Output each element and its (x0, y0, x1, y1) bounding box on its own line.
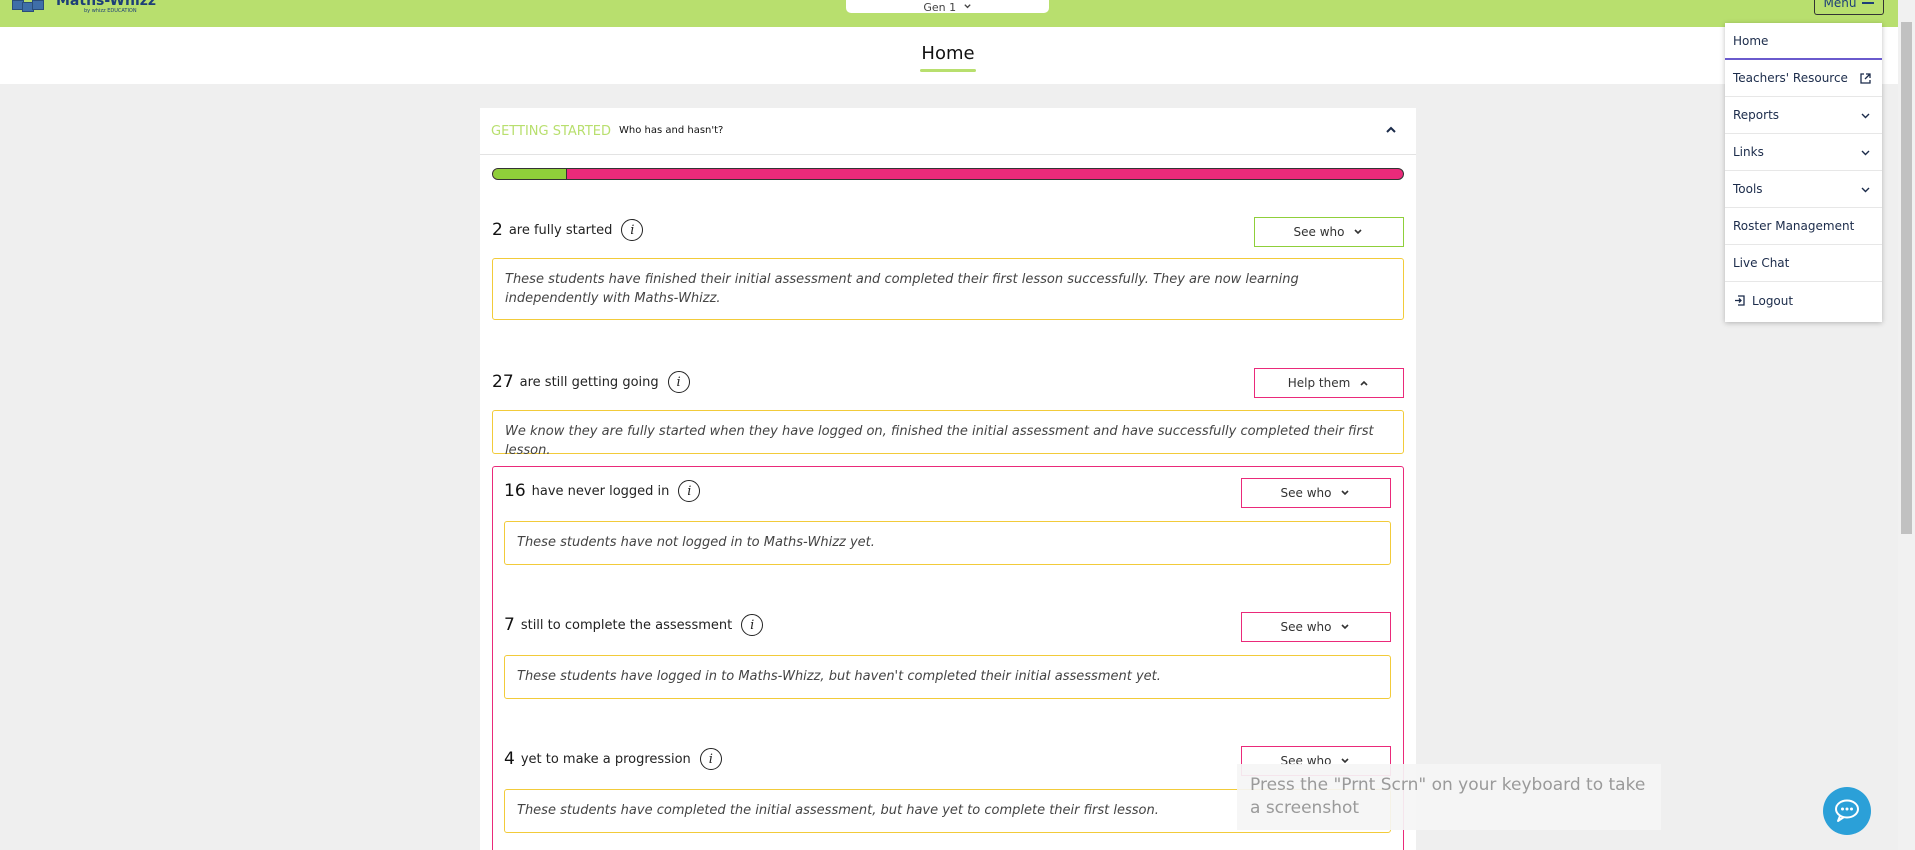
screenshot-toast: Press the "Prnt Scrn" on your keyboard t… (1237, 764, 1661, 830)
menu-item-label: Live Chat (1733, 256, 1790, 270)
scrollbar-thumb[interactable] (1901, 22, 1912, 534)
menu-item-label: Home (1733, 33, 1769, 48)
info-icon[interactable]: i (699, 748, 722, 770)
see-who-button[interactable]: See who (1241, 612, 1391, 642)
help-them-button-label: Help them (1287, 376, 1351, 390)
page-scrollbar[interactable] (1898, 0, 1915, 850)
progress-bar-fill (493, 169, 567, 179)
menu-item-label: Teachers' Resource (1733, 71, 1848, 85)
chevron-down-icon (1341, 490, 1350, 496)
fully-started-label: are fully started (508, 222, 613, 238)
menu-item-tools[interactable]: Tools (1725, 171, 1882, 208)
logo-cubes-icon (12, 0, 52, 14)
menu-item-teachers-resource[interactable]: Teachers' Resource (1725, 60, 1882, 97)
menu-item-logout[interactable]: Logout (1725, 282, 1882, 319)
see-who-button-label: See who (1280, 620, 1332, 634)
title-underline (920, 69, 976, 72)
never-logged-in-count: 16 (504, 481, 526, 501)
menu-item-live-chat[interactable]: Live Chat (1725, 245, 1882, 282)
menu-item-label: Links (1733, 145, 1764, 159)
chevron-up-icon (1360, 380, 1368, 386)
info-icon[interactable]: i (667, 371, 690, 393)
chevron-down-icon (1341, 624, 1350, 630)
card-title: GETTING STARTED (491, 124, 612, 139)
info-icon[interactable]: i (621, 219, 644, 241)
menu-item-roster-management[interactable]: Roster Management (1725, 208, 1882, 245)
menu-item-label: Logout (1752, 293, 1794, 308)
menu-item-links[interactable]: Links (1725, 134, 1882, 171)
getting-going-row: 27 are still getting going i (492, 371, 690, 393)
card-subtitle: Who has and hasn't? (619, 125, 724, 136)
chevron-down-icon (1861, 150, 1870, 156)
chevron-up-icon[interactable] (1384, 123, 1398, 137)
progress-bar (492, 168, 1404, 180)
see-who-button[interactable]: See who (1254, 217, 1404, 247)
assessment-note: These students have logged in to Maths-W… (504, 655, 1391, 699)
see-who-button-label: See who (1280, 486, 1332, 500)
hamburger-icon (1862, 2, 1875, 4)
fully-started-note: These students have finished their initi… (492, 258, 1404, 320)
class-select[interactable]: Gen 1 (846, 0, 1049, 13)
fully-started-count: 2 (492, 220, 503, 240)
help-them-button[interactable]: Help them (1254, 368, 1404, 398)
menu-button-label: Menu (1823, 0, 1857, 10)
chat-bubble-icon (1835, 799, 1859, 822)
logo[interactable]: Maths-Whizz by whizz EDUCATION (12, 0, 156, 18)
see-who-button-label: See who (1293, 225, 1345, 239)
menu-item-label: Roster Management (1733, 219, 1855, 233)
menu-item-home[interactable]: Home (1725, 23, 1882, 60)
assessment-row: 7 still to complete the assessment i (504, 614, 764, 636)
chevron-down-icon (1861, 113, 1870, 119)
never-logged-in-note: These students have not logged in to Mat… (504, 521, 1391, 565)
assessment-count: 7 (504, 615, 515, 635)
top-bar: Maths-Whizz by whizz EDUCATION Gen 1 Men… (0, 0, 1915, 27)
logo-subtext: by whizz EDUCATION (84, 8, 137, 14)
info-icon[interactable]: i (741, 614, 764, 636)
page-title: Home (921, 43, 975, 64)
title-strip: Home (0, 27, 1915, 84)
chevron-down-icon (1354, 229, 1363, 235)
logout-icon (1735, 295, 1745, 306)
see-who-button[interactable]: See who (1241, 478, 1391, 508)
never-logged-in-row: 16 have never logged in i (504, 480, 701, 502)
logo-text: Maths-Whizz (56, 0, 157, 9)
main-menu-dropdown: Home Teachers' Resource Reports Links To… (1725, 23, 1882, 322)
chevron-down-icon (1861, 187, 1870, 193)
progression-label: yet to make a progression (520, 751, 691, 767)
menu-item-reports[interactable]: Reports (1725, 97, 1882, 134)
menu-item-label: Tools (1733, 182, 1763, 196)
getting-started-card: GETTING STARTED Who has and hasn't? 2 ar… (480, 108, 1416, 850)
live-chat-button[interactable] (1823, 787, 1871, 835)
class-select-value: Gen 1 (923, 1, 957, 14)
menu-item-label: Reports (1733, 108, 1780, 122)
never-logged-in-label: have never logged in (531, 483, 670, 499)
external-link-icon (1860, 73, 1871, 84)
progression-row: 4 yet to make a progression i (504, 748, 722, 770)
getting-going-note: We know they are fully started when they… (492, 410, 1404, 458)
fully-started-row: 2 are fully started i (492, 219, 644, 241)
assessment-label: still to complete the assessment (520, 617, 733, 633)
card-header[interactable]: GETTING STARTED Who has and hasn't? (480, 108, 1416, 155)
progression-count: 4 (504, 749, 515, 769)
chevron-down-icon (963, 4, 971, 9)
menu-button[interactable]: Menu (1814, 0, 1884, 15)
getting-going-count: 27 (492, 372, 514, 392)
info-icon[interactable]: i (678, 480, 701, 502)
getting-going-label: are still getting going (519, 374, 659, 390)
